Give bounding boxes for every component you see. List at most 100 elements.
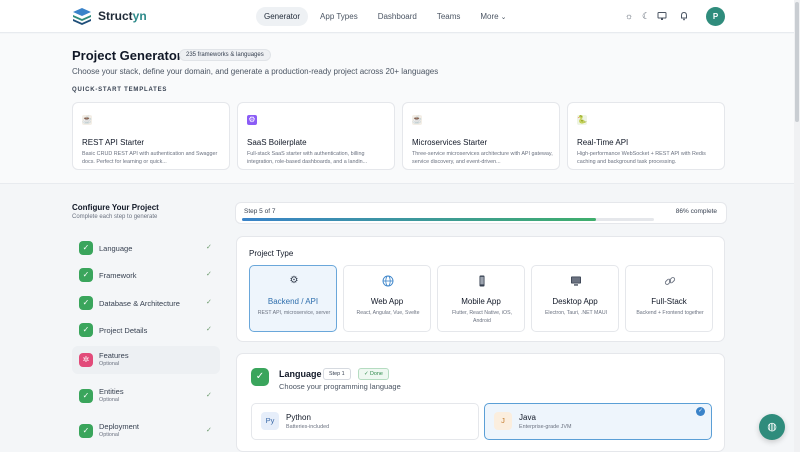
check-mark-icon: ✓ bbox=[206, 299, 212, 306]
gear-icon: ⚙ bbox=[289, 275, 299, 286]
language-option-java[interactable]: J Java Enterprise-grade JVM ✓ bbox=[484, 403, 712, 440]
check-icon: ✓ bbox=[79, 241, 93, 255]
project-type-desktop-app[interactable]: Desktop App Electron, Tauri, .NET MAUI bbox=[531, 265, 619, 332]
project-type-desc: Electron, Tauri, .NET MAUI bbox=[544, 310, 608, 316]
done-badge: ✓ Done bbox=[358, 368, 389, 380]
sidebar-step-features[interactable]: ✲ Features Optional bbox=[72, 346, 220, 374]
nav-generator[interactable]: Generator bbox=[256, 7, 309, 26]
nav-dashboard[interactable]: Dashboard bbox=[370, 7, 425, 26]
template-card-realtime[interactable]: 🐍 Real-Time API High-performance WebSock… bbox=[567, 102, 725, 170]
scrollbar-thumb[interactable] bbox=[795, 2, 799, 122]
step-badge: Step 1 bbox=[323, 368, 351, 380]
template-desc: Full-stack SaaS starter with authenticat… bbox=[247, 151, 368, 165]
template-title: Real-Time API bbox=[577, 138, 629, 147]
language-desc: Batteries-included bbox=[286, 424, 330, 430]
check-mark-icon: ✓ bbox=[206, 271, 212, 278]
check-icon: ✓ bbox=[79, 323, 93, 337]
progress-percent-text: 86% complete bbox=[675, 208, 717, 215]
check-mark-icon: ✓ bbox=[206, 244, 212, 251]
nav-teams[interactable]: Teams bbox=[429, 7, 469, 26]
phone-icon bbox=[479, 275, 485, 287]
language-subtitle: Choose your programming language bbox=[279, 382, 401, 391]
project-type-title: Project Type bbox=[249, 249, 294, 258]
check-mark-icon: ✓ bbox=[206, 427, 212, 434]
project-type-name: Backend / API bbox=[267, 297, 319, 306]
language-title: Language bbox=[279, 369, 322, 379]
java-badge-icon: J bbox=[494, 412, 512, 430]
check-icon: ✓ bbox=[79, 296, 93, 310]
project-type-desc: REST API, microservice, server bbox=[257, 310, 331, 316]
desktop-icon bbox=[571, 276, 581, 286]
frameworks-count-badge: 235 frameworks & languages bbox=[179, 49, 271, 61]
project-type-desc: Flutter, React Native, iOS, Android bbox=[452, 310, 512, 324]
gear-icon: ⚙ bbox=[247, 115, 257, 125]
page-title: Project Generator bbox=[72, 48, 182, 63]
palette-icon: ◍ bbox=[767, 421, 777, 433]
step-optional: Optional bbox=[99, 432, 120, 438]
coffee-icon: ☕ bbox=[412, 115, 422, 125]
step-optional: Optional bbox=[99, 397, 120, 403]
step-label: Database & Architecture bbox=[99, 299, 180, 308]
palette-button[interactable]: ◍ bbox=[759, 414, 785, 440]
sidebar-step-project-details[interactable]: ✓ Project Details ✓ bbox=[72, 316, 220, 344]
progress-track bbox=[242, 218, 654, 221]
brand-name-main: Struct bbox=[98, 9, 133, 23]
template-card-saas[interactable]: ⚙ SaaS Boilerplate Full-stack SaaS start… bbox=[237, 102, 395, 170]
template-card-rest-api[interactable]: ☕ REST API Starter Basic CRUD REST API w… bbox=[72, 102, 230, 170]
sidebar-step-database[interactable]: ✓ Database & Architecture ✓ bbox=[72, 289, 220, 317]
sidebar-step-framework[interactable]: ✓ Framework ✓ bbox=[72, 261, 220, 289]
project-type-card: Project Type ⚙ Backend / API REST API, m… bbox=[236, 236, 725, 342]
template-desc: Basic CRUD REST API with authentication … bbox=[82, 151, 218, 165]
globe-icon bbox=[382, 275, 394, 287]
bell-icon[interactable] bbox=[679, 11, 689, 21]
project-type-name: Full-Stack bbox=[651, 297, 687, 306]
nav-app-types[interactable]: App Types bbox=[312, 7, 366, 26]
nav-more[interactable]: More ⌄ bbox=[472, 7, 514, 26]
quickstart-label: QUICK-START TEMPLATES bbox=[72, 87, 168, 93]
python-icon: 🐍 bbox=[577, 115, 587, 125]
python-badge-icon: Py bbox=[261, 412, 279, 430]
coffee-icon: ☕ bbox=[82, 115, 92, 125]
progress-fill bbox=[242, 218, 597, 221]
check-icon: ✓ bbox=[79, 389, 93, 403]
project-type-web-app[interactable]: Web App React, Angular, Vue, Svelte bbox=[343, 265, 431, 332]
language-desc: Enterprise-grade JVM bbox=[519, 424, 572, 430]
step-label: Project Details bbox=[99, 326, 148, 335]
sidebar-step-language[interactable]: ✓ Language ✓ bbox=[72, 234, 220, 262]
project-type-name: Desktop App bbox=[552, 297, 598, 306]
selected-check-icon: ✓ bbox=[696, 407, 705, 416]
project-type-name: Mobile App bbox=[461, 297, 501, 306]
project-type-name: Web App bbox=[370, 297, 404, 306]
structyn-logo-icon[interactable] bbox=[72, 7, 92, 25]
sidebar-step-entities[interactable]: ✓ Entities Optional ✓ bbox=[72, 382, 220, 410]
project-type-mobile-app[interactable]: Mobile App Flutter, React Native, iOS, A… bbox=[437, 265, 525, 332]
moon-icon[interactable]: ☾ bbox=[641, 11, 651, 21]
template-desc: Three-service microservices architecture… bbox=[412, 151, 553, 165]
project-type-backend[interactable]: ⚙ Backend / API REST API, microservice, … bbox=[249, 265, 337, 332]
project-type-desc: React, Angular, Vue, Svelte bbox=[356, 310, 420, 316]
template-card-microservices[interactable]: ☕ Microservices Starter Three-service mi… bbox=[402, 102, 560, 170]
avatar[interactable]: P bbox=[706, 7, 725, 26]
language-name: Java bbox=[519, 413, 536, 422]
step-optional: Optional bbox=[99, 361, 120, 367]
check-icon: ✓ bbox=[79, 268, 93, 282]
link-icon bbox=[664, 277, 676, 285]
check-icon: ✓ bbox=[79, 424, 93, 438]
step-label: Entities bbox=[99, 387, 124, 396]
check-mark-icon: ✓ bbox=[206, 326, 212, 333]
check-mark-icon: ✓ bbox=[206, 392, 212, 399]
language-option-python[interactable]: Py Python Batteries-included bbox=[251, 403, 479, 440]
brand-name[interactable]: Structyn bbox=[98, 9, 147, 23]
project-type-full-stack[interactable]: Full-Stack Backend + Frontend together bbox=[625, 265, 713, 332]
brand-name-accent: yn bbox=[132, 9, 147, 23]
template-title: REST API Starter bbox=[82, 138, 145, 147]
check-icon: ✓ bbox=[251, 368, 269, 386]
sun-icon[interactable]: ☼ bbox=[624, 11, 634, 21]
monitor-icon[interactable] bbox=[657, 11, 667, 21]
step-label: Deployment bbox=[99, 422, 140, 431]
step-label: Language bbox=[99, 244, 133, 253]
template-title: Microservices Starter bbox=[412, 138, 488, 147]
sidebar-step-deployment[interactable]: ✓ Deployment Optional ✓ bbox=[72, 417, 220, 445]
sparkle-icon: ✲ bbox=[79, 353, 93, 367]
sidebar-subtitle: Complete each step to generate bbox=[72, 214, 158, 220]
